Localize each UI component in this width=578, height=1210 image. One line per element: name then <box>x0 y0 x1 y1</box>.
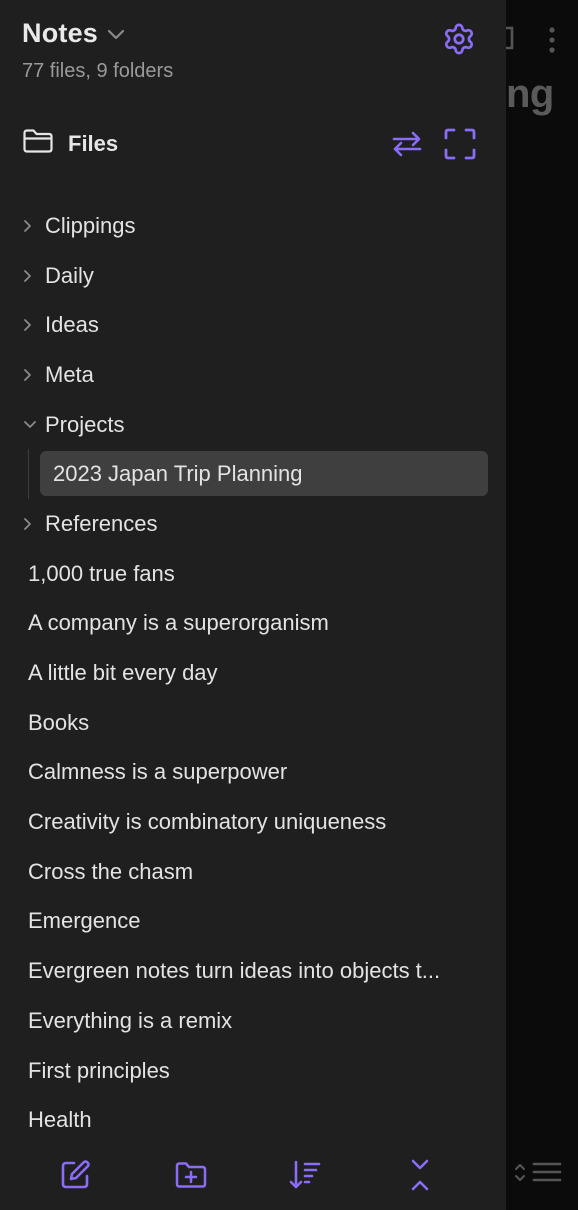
background-editor <box>506 0 578 1210</box>
note-label: Emergence <box>28 908 141 934</box>
note-label: Cross the chasm <box>28 858 194 884</box>
chevron-down-icon <box>22 400 38 450</box>
chevron-right-icon <box>22 201 34 251</box>
note-row[interactable]: Health <box>0 1095 506 1145</box>
folder-label: Clippings <box>45 212 136 238</box>
files-section-label: Files <box>68 130 119 156</box>
note-row[interactable]: A little bit every day <box>0 648 506 698</box>
note-label: Calmness is a superpower <box>28 759 288 785</box>
selected-note-row[interactable]: 2023 Japan Trip Planning <box>0 449 506 500</box>
note-label: Books <box>28 709 90 735</box>
gear-icon[interactable] <box>442 22 476 56</box>
more-options-icon <box>549 27 555 53</box>
chevron-right-icon <box>22 499 34 549</box>
folder-row[interactable]: Clippings <box>0 201 506 251</box>
file-explorer-drawer: Notes 77 files, 9 folders Files Clipping… <box>0 0 506 1210</box>
chevron-right-icon <box>22 300 34 350</box>
edit-icon[interactable] <box>58 1158 92 1192</box>
folder-plus-icon[interactable] <box>174 1158 208 1192</box>
note-label: Health <box>28 1107 92 1133</box>
swap-arrows-icon[interactable] <box>390 127 424 161</box>
note-label: 2023 Japan Trip Planning <box>53 461 303 487</box>
vault-stats: 77 files, 9 folders <box>22 60 174 82</box>
note-row[interactable]: 1,000 true fans <box>0 549 506 599</box>
outline-icon <box>515 1162 562 1182</box>
folder-row[interactable]: Daily <box>0 251 506 301</box>
note-row[interactable]: Emergence <box>0 897 506 947</box>
note-label: 1,000 true fans <box>28 560 175 586</box>
vault-name: Notes <box>22 18 99 48</box>
chevron-right-icon <box>22 251 34 301</box>
chevron-right-icon <box>22 350 34 400</box>
folder-row[interactable]: Meta <box>0 350 506 400</box>
note-label: A company is a superorganism <box>28 610 329 636</box>
vault-switcher[interactable]: Notes <box>22 18 125 49</box>
note-row[interactable]: Everything is a remix <box>0 996 506 1046</box>
note-row[interactable]: Evergreen notes turn ideas into objects … <box>0 946 506 996</box>
note-row[interactable]: A company is a superorganism <box>0 599 506 649</box>
sort-icon[interactable] <box>288 1158 322 1192</box>
files-section-header: Files <box>22 128 118 159</box>
collapse-all-icon[interactable] <box>403 1158 437 1192</box>
note-row[interactable]: First principles <box>0 1046 506 1096</box>
folder-label: Daily <box>45 262 94 288</box>
note-label: Creativity is combinatory uniqueness <box>28 809 387 835</box>
folder-row-expanded[interactable]: Projects <box>0 400 506 450</box>
expand-corners-icon[interactable] <box>443 127 477 161</box>
note-label: Evergreen notes turn ideas into objects … <box>28 958 441 984</box>
folder-label: Meta <box>45 361 94 387</box>
note-row[interactable]: Creativity is combinatory uniqueness <box>0 797 506 847</box>
note-label: Everything is a remix <box>28 1007 233 1033</box>
folder-label: Projects <box>45 411 125 437</box>
indent-guide <box>28 449 29 500</box>
note-row[interactable]: Books <box>0 698 506 748</box>
note-label: A little bit every day <box>28 660 218 686</box>
chevron-down-icon <box>107 29 125 41</box>
folder-label: Ideas <box>45 312 99 338</box>
note-label: First principles <box>28 1057 170 1083</box>
note-row[interactable]: Cross the chasm <box>0 847 506 897</box>
note-row[interactable]: Calmness is a superpower <box>0 748 506 798</box>
background-note-title: ng <box>506 72 554 116</box>
folder-row[interactable]: Ideas <box>0 300 506 350</box>
folder-label: References <box>45 510 158 536</box>
file-tree: Clippings Daily Ideas Meta Projects 2023… <box>0 201 506 1145</box>
folder-row[interactable]: References <box>0 499 506 549</box>
folder-icon <box>22 128 54 159</box>
